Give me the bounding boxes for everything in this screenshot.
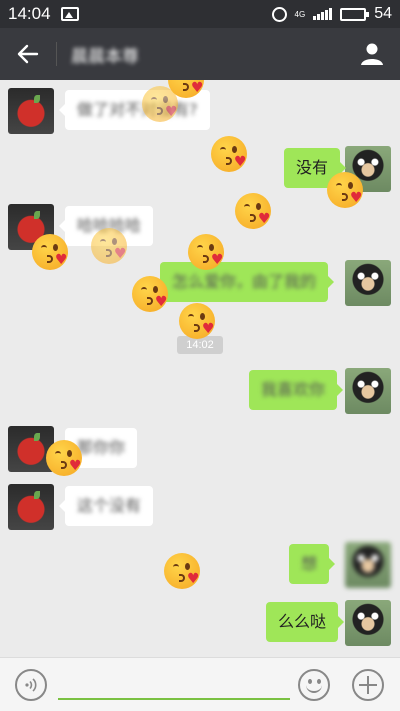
message-text: 这个没有	[77, 496, 142, 515]
kissing-face-icon: ♥	[164, 553, 200, 589]
person-icon	[361, 43, 383, 65]
chat-title: 晨晨本尊	[71, 46, 139, 67]
message-input[interactable]	[58, 670, 290, 700]
signal-strength-icon	[313, 8, 333, 20]
status-time: 14:04	[8, 4, 51, 23]
kissing-face-icon: ♥	[188, 234, 224, 270]
sent-message[interactable]: 想	[289, 544, 336, 584]
kissing-face-icon: ♥	[142, 86, 178, 122]
battery-icon	[340, 7, 370, 21]
alarm-icon	[271, 6, 287, 22]
my-avatar[interactable]	[345, 600, 391, 646]
message-text: 那你你	[77, 438, 126, 457]
kissing-face-icon: ♥	[32, 234, 68, 270]
sent-message[interactable]: 我喜欢你	[249, 370, 344, 410]
title-bar: 晨晨本尊	[0, 28, 400, 80]
my-avatar[interactable]	[345, 542, 391, 588]
kissing-face-icon: ♥	[132, 276, 168, 312]
kissing-face-icon: ♥	[327, 172, 363, 208]
contact-avatar[interactable]	[8, 484, 54, 530]
message-text: 怎么爱你，由了我的	[172, 272, 317, 291]
received-message[interactable]: 这个没有	[58, 486, 154, 526]
kissing-face-icon: ♥	[91, 228, 127, 264]
message-text: 没有	[296, 158, 329, 177]
sent-message[interactable]: 么么哒	[266, 602, 345, 642]
message-list[interactable]: 做了对不对没有? 没有 哈哈哈哈 怎么爱你，由了我的 14:02 我喜欢你 那你…	[0, 80, 400, 657]
message-text: 做了对不对没有?	[77, 100, 198, 119]
message-text: 想	[301, 554, 318, 573]
arrow-left-icon	[17, 44, 39, 64]
message-text: 我喜欢你	[261, 380, 326, 399]
sent-message[interactable]: 怎么爱你，由了我的	[160, 262, 335, 302]
title-divider	[56, 42, 57, 66]
more-actions-button[interactable]	[352, 669, 384, 701]
kissing-face-icon: ♥	[235, 193, 271, 229]
kissing-face-icon: ♥	[211, 136, 247, 172]
kissing-face-icon: ♥	[179, 303, 215, 339]
voice-icon	[25, 678, 37, 692]
smiley-icon	[308, 679, 312, 684]
emoji-button[interactable]	[298, 669, 330, 701]
battery-level: 54	[374, 5, 392, 22]
my-avatar[interactable]	[345, 260, 391, 306]
kissing-face-icon: ♥	[46, 440, 82, 476]
contact-info-button[interactable]	[344, 28, 400, 80]
voice-input-button[interactable]	[15, 669, 47, 701]
message-text: 么么哒	[278, 612, 327, 631]
contact-avatar[interactable]	[8, 88, 54, 134]
status-bar: 14:04 4G 54	[0, 0, 400, 28]
my-avatar[interactable]	[345, 368, 391, 414]
network-type: 4G	[294, 9, 306, 19]
input-bar	[0, 657, 400, 711]
status-indicators: 4G 54	[271, 5, 392, 23]
back-button[interactable]	[0, 28, 56, 80]
photo-notification-icon	[60, 7, 79, 21]
